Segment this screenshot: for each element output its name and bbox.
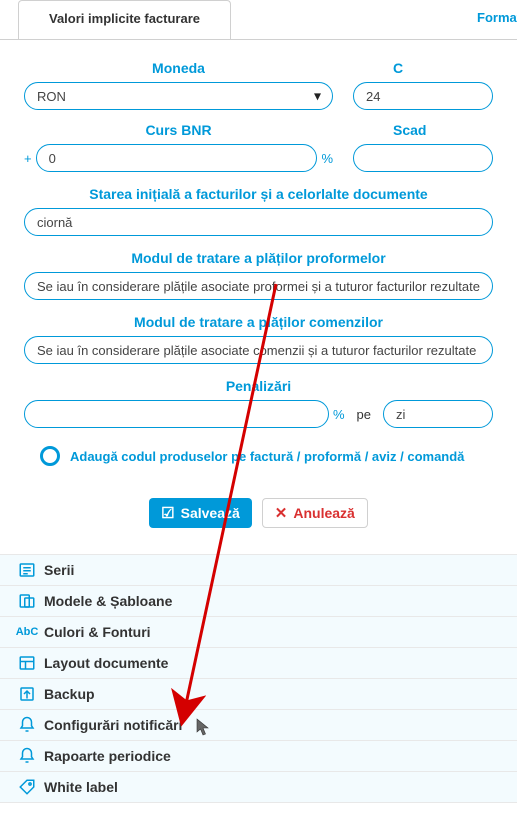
curs-prefix: + (24, 151, 32, 166)
app-root: Valori implicite facturare Formatu Moned… (0, 0, 517, 803)
menu-item-modele[interactable]: Modele & Șabloane (0, 586, 517, 617)
bell-icon (18, 716, 36, 734)
close-icon: ✕ (275, 504, 288, 522)
input-penalizari-pct[interactable] (24, 400, 329, 428)
abc-icon: AbC (18, 623, 36, 641)
action-buttons: ☑ Salvează ✕ Anulează (24, 476, 493, 542)
template-icon (18, 592, 36, 610)
menu-label: Modele & Șabloane (44, 593, 172, 609)
tab-billing-defaults[interactable]: Valori implicite facturare (18, 0, 231, 39)
penalizari-suffix: % (333, 407, 345, 422)
label-curs: Curs BNR (24, 114, 333, 144)
menu-item-backup[interactable]: Backup (0, 679, 517, 710)
settings-menu: Serii Modele & Șabloane AbC Culori & Fon… (0, 554, 517, 803)
menu-label: Backup (44, 686, 95, 702)
input-curs[interactable] (36, 144, 318, 172)
list-icon (18, 561, 36, 579)
cancel-button[interactable]: ✕ Anulează (262, 498, 368, 528)
bell-icon (18, 747, 36, 765)
menu-item-layout[interactable]: Layout documente (0, 648, 517, 679)
menu-label: Configurări notificări (44, 717, 182, 733)
label-plati-proforme: Modul de tratare a plăților proformelor (24, 236, 493, 272)
menu-item-serii[interactable]: Serii (0, 555, 517, 586)
layout-icon (18, 654, 36, 672)
tab-bar: Valori implicite facturare Formatu (0, 0, 517, 40)
menu-item-rapoarte[interactable]: Rapoarte periodice (0, 741, 517, 772)
menu-item-culori[interactable]: AbC Culori & Fonturi (0, 617, 517, 648)
save-button[interactable]: ☑ Salvează (149, 498, 252, 528)
label-cota: C (353, 52, 493, 82)
input-scad[interactable] (353, 144, 493, 172)
input-plati-comenzi[interactable] (24, 336, 493, 364)
tab-format[interactable]: Formatu (469, 0, 517, 39)
label-starea: Starea inițială a facturilor și a celorl… (24, 172, 493, 208)
input-plati-proforme[interactable] (24, 272, 493, 300)
save-button-label: Salvează (181, 505, 240, 521)
backup-icon (18, 685, 36, 703)
form-panel: Moneda RON ▾ C Curs BNR (0, 40, 517, 554)
label-plati-comenzi: Modul de tratare a plăților comenzilor (24, 300, 493, 336)
select-moneda[interactable]: RON (24, 82, 333, 110)
add-product-code-checkbox[interactable] (40, 446, 60, 466)
cancel-button-label: Anulează (293, 505, 354, 521)
input-starea[interactable] (24, 208, 493, 236)
add-product-code-row[interactable]: Adaugă codul produselor pe factură / pro… (24, 428, 493, 476)
label-moneda: Moneda (24, 52, 333, 82)
menu-label: Rapoarte periodice (44, 748, 171, 764)
label-scad: Scad (353, 114, 493, 144)
menu-item-whitelabel[interactable]: White label (0, 772, 517, 803)
curs-suffix: % (321, 151, 333, 166)
menu-label: Serii (44, 562, 74, 578)
menu-label: White label (44, 779, 118, 795)
tag-icon (18, 778, 36, 796)
add-product-code-label: Adaugă codul produselor pe factură / pro… (70, 449, 464, 464)
input-penalizari-unit[interactable] (383, 400, 493, 428)
check-icon: ☑ (161, 504, 174, 522)
label-penalizari: Penalizări (24, 364, 493, 400)
menu-item-notificari[interactable]: Configurări notificări (0, 710, 517, 741)
menu-label: Layout documente (44, 655, 168, 671)
input-cota[interactable] (353, 82, 493, 110)
menu-label: Culori & Fonturi (44, 624, 151, 640)
penalizari-pe: pe (349, 407, 379, 422)
